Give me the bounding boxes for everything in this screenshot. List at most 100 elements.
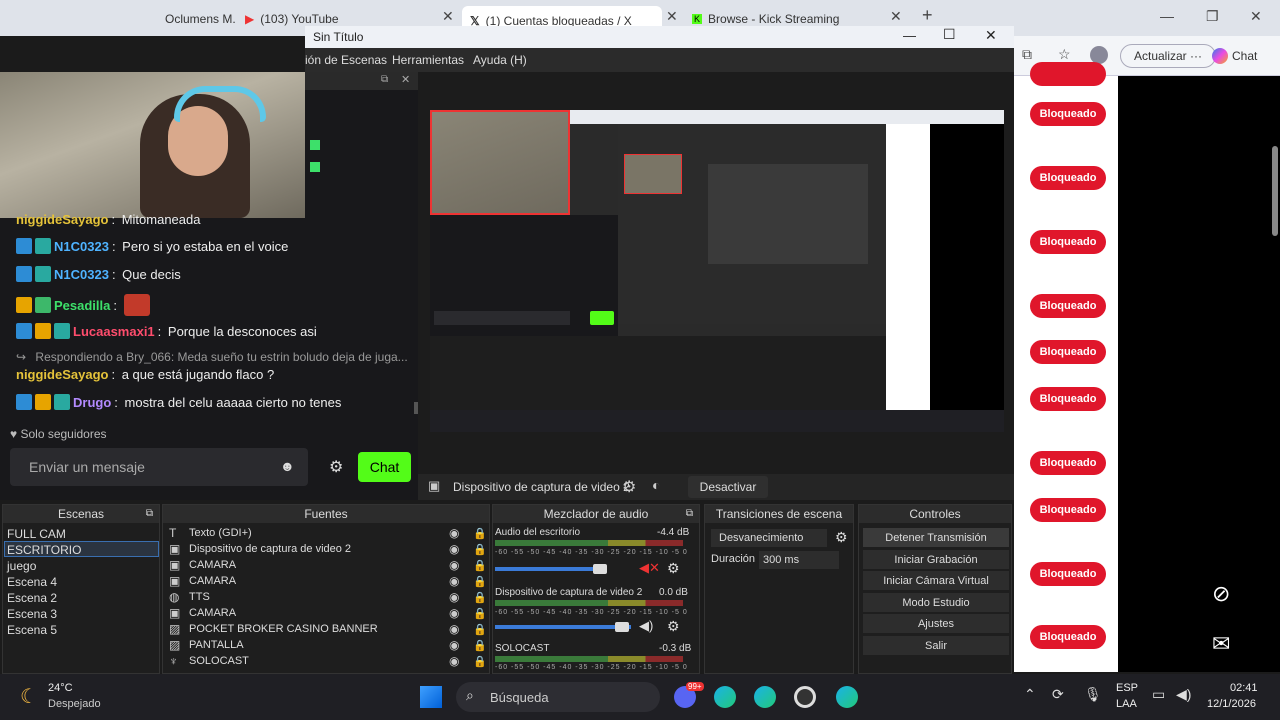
weather-moon-icon[interactable]: ☾: [20, 684, 38, 709]
microphone-icon[interactable]: 🎙: [1084, 686, 1102, 703]
speaker-icon[interactable]: ◀): [639, 618, 653, 634]
exit-button[interactable]: Salir: [863, 636, 1009, 655]
source-item[interactable]: POCKET BROKER CASINO BANNER: [189, 623, 378, 635]
blocked-button[interactable]: Bloqueado: [1030, 498, 1106, 522]
scene-item-selected[interactable]: ESCRITORIO: [7, 543, 81, 557]
lock-icon[interactable]: 🔒: [473, 623, 487, 636]
blocked-button[interactable]: Bloqueado: [1030, 625, 1106, 649]
close-window-icon[interactable]: ✕: [1250, 8, 1262, 25]
duration-input[interactable]: 300 ms: [759, 551, 839, 569]
close-icon[interactable]: ✕: [401, 73, 410, 86]
lock-icon[interactable]: 🔒: [473, 591, 487, 604]
blocked-button[interactable]: Bloqueado: [1030, 230, 1106, 254]
settings-gear-icon[interactable]: ⚙: [667, 618, 680, 635]
scene-item[interactable]: Escena 5: [7, 623, 57, 637]
chevron-up-icon[interactable]: ⌃: [1024, 686, 1036, 703]
filters-icon[interactable]: ◐: [652, 477, 660, 493]
volume-slider-handle[interactable]: [615, 622, 629, 632]
volume-slider[interactable]: [495, 625, 631, 629]
muted-speaker-icon[interactable]: ◀✕: [639, 560, 660, 576]
blocked-button[interactable]: Bloqueado: [1030, 102, 1106, 126]
scene-item[interactable]: Escena 2: [7, 591, 57, 605]
scene-item[interactable]: juego: [7, 559, 36, 573]
chat-input[interactable]: Enviar un mensaje ☻: [10, 448, 308, 486]
scene-item[interactable]: FULL CAM: [7, 527, 66, 541]
menu-help[interactable]: Ayuda (H): [473, 53, 527, 67]
visibility-eye-icon[interactable]: ◉: [449, 622, 459, 636]
lock-icon[interactable]: 🔒: [473, 527, 487, 540]
taskbar-search[interactable]: ⌕ Búsqueda: [456, 682, 660, 712]
lock-icon[interactable]: 🔒: [473, 575, 487, 588]
minimize-icon[interactable]: —: [903, 28, 916, 43]
settings-gear-icon[interactable]: ⚙: [667, 560, 680, 577]
visibility-eye-icon[interactable]: ◉: [449, 606, 459, 620]
send-chat-button[interactable]: Chat: [358, 452, 411, 482]
properties-gear-icon[interactable]: ⚙: [622, 477, 636, 497]
tab-oclumens[interactable]: Oclumens M...: [165, 8, 235, 30]
source-item[interactable]: SOLOCAST: [189, 655, 249, 667]
blocked-button[interactable]: [1030, 62, 1106, 86]
dock-menu-icon[interactable]: ⧉: [146, 505, 153, 523]
blocked-button[interactable]: Bloqueado: [1030, 387, 1106, 411]
close-icon[interactable]: ✕: [985, 27, 997, 44]
visibility-eye-icon[interactable]: ◉: [449, 638, 459, 652]
source-item[interactable]: Dispositivo de captura de video 2: [189, 543, 351, 555]
no-sync-icon[interactable]: ⊘: [1212, 581, 1230, 607]
close-tab-icon[interactable]: ✕: [442, 8, 454, 25]
visibility-eye-icon[interactable]: ◉: [449, 574, 459, 588]
program-preview[interactable]: [430, 110, 1004, 432]
settings-gear-icon[interactable]: ⚙: [835, 529, 848, 546]
blocked-button[interactable]: Bloqueado: [1030, 562, 1106, 586]
scene-item[interactable]: Escena 4: [7, 575, 57, 589]
visibility-eye-icon[interactable]: ◉: [449, 654, 459, 668]
restore-icon[interactable]: ❐: [1206, 8, 1219, 25]
start-virtual-camera-button[interactable]: Iniciar Cámara Virtual: [863, 571, 1009, 590]
favorites-icon[interactable]: ☆: [1058, 46, 1071, 63]
extensions-icon[interactable]: ⧉: [1022, 46, 1032, 63]
source-item[interactable]: Texto (GDI+): [189, 527, 252, 539]
close-tab-icon[interactable]: ✕: [666, 8, 678, 25]
network-icon[interactable]: ▭: [1152, 686, 1165, 703]
stop-streaming-button[interactable]: Detener Transmisión: [863, 528, 1009, 547]
settings-gear-icon[interactable]: ⚙: [329, 457, 343, 477]
update-button[interactable]: Actualizar ···: [1120, 44, 1216, 68]
edge-profile-icon[interactable]: [754, 686, 776, 708]
source-item[interactable]: CAMARA: [189, 575, 236, 587]
float-icon[interactable]: ⧉: [381, 74, 388, 85]
emoji-icon[interactable]: ☻: [280, 458, 295, 474]
deactivate-button[interactable]: Desactivar: [688, 476, 768, 498]
transition-select[interactable]: Desvanecimiento: [711, 529, 827, 547]
dock-menu-icon[interactable]: ⧉: [686, 505, 693, 523]
lock-icon[interactable]: 🔒: [473, 543, 487, 556]
new-tab-icon[interactable]: +: [922, 5, 933, 26]
lock-icon[interactable]: 🔒: [473, 639, 487, 652]
lock-icon[interactable]: 🔒: [473, 655, 487, 668]
visibility-eye-icon[interactable]: ◉: [449, 542, 459, 556]
settings-button[interactable]: Ajustes: [863, 614, 1009, 633]
blocked-button[interactable]: Bloqueado: [1030, 340, 1106, 364]
lock-icon[interactable]: 🔒: [473, 559, 487, 572]
close-tab-icon[interactable]: ✕: [890, 8, 902, 25]
menu-tools[interactable]: Herramientas: [392, 53, 464, 67]
scene-item[interactable]: Escena 3: [7, 607, 57, 621]
lock-icon[interactable]: 🔒: [473, 607, 487, 620]
source-item[interactable]: CAMARA: [189, 559, 236, 571]
volume-slider-handle[interactable]: [593, 564, 607, 574]
volume-slider[interactable]: [495, 567, 607, 571]
mail-icon[interactable]: ✉: [1212, 631, 1230, 657]
menu-scene-collection[interactable]: ión de Escenas: [305, 53, 387, 67]
visibility-eye-icon[interactable]: ◉: [449, 526, 459, 540]
studio-mode-button[interactable]: Modo Estudio: [863, 593, 1009, 612]
edge-profile-icon[interactable]: [836, 686, 858, 708]
blocked-button[interactable]: Bloqueado: [1030, 294, 1106, 318]
windows-start-icon[interactable]: [420, 686, 442, 708]
sync-icon[interactable]: ⟳: [1052, 686, 1064, 703]
visibility-eye-icon[interactable]: ◉: [449, 558, 459, 572]
source-item[interactable]: CAMARA: [189, 607, 236, 619]
obs-icon[interactable]: [794, 686, 816, 708]
edge-icon[interactable]: [714, 686, 736, 708]
volume-icon[interactable]: ◀): [1176, 686, 1191, 703]
blocked-button[interactable]: Bloqueado: [1030, 166, 1106, 190]
scrollbar[interactable]: [1272, 146, 1278, 236]
visibility-eye-icon[interactable]: ◉: [449, 590, 459, 604]
